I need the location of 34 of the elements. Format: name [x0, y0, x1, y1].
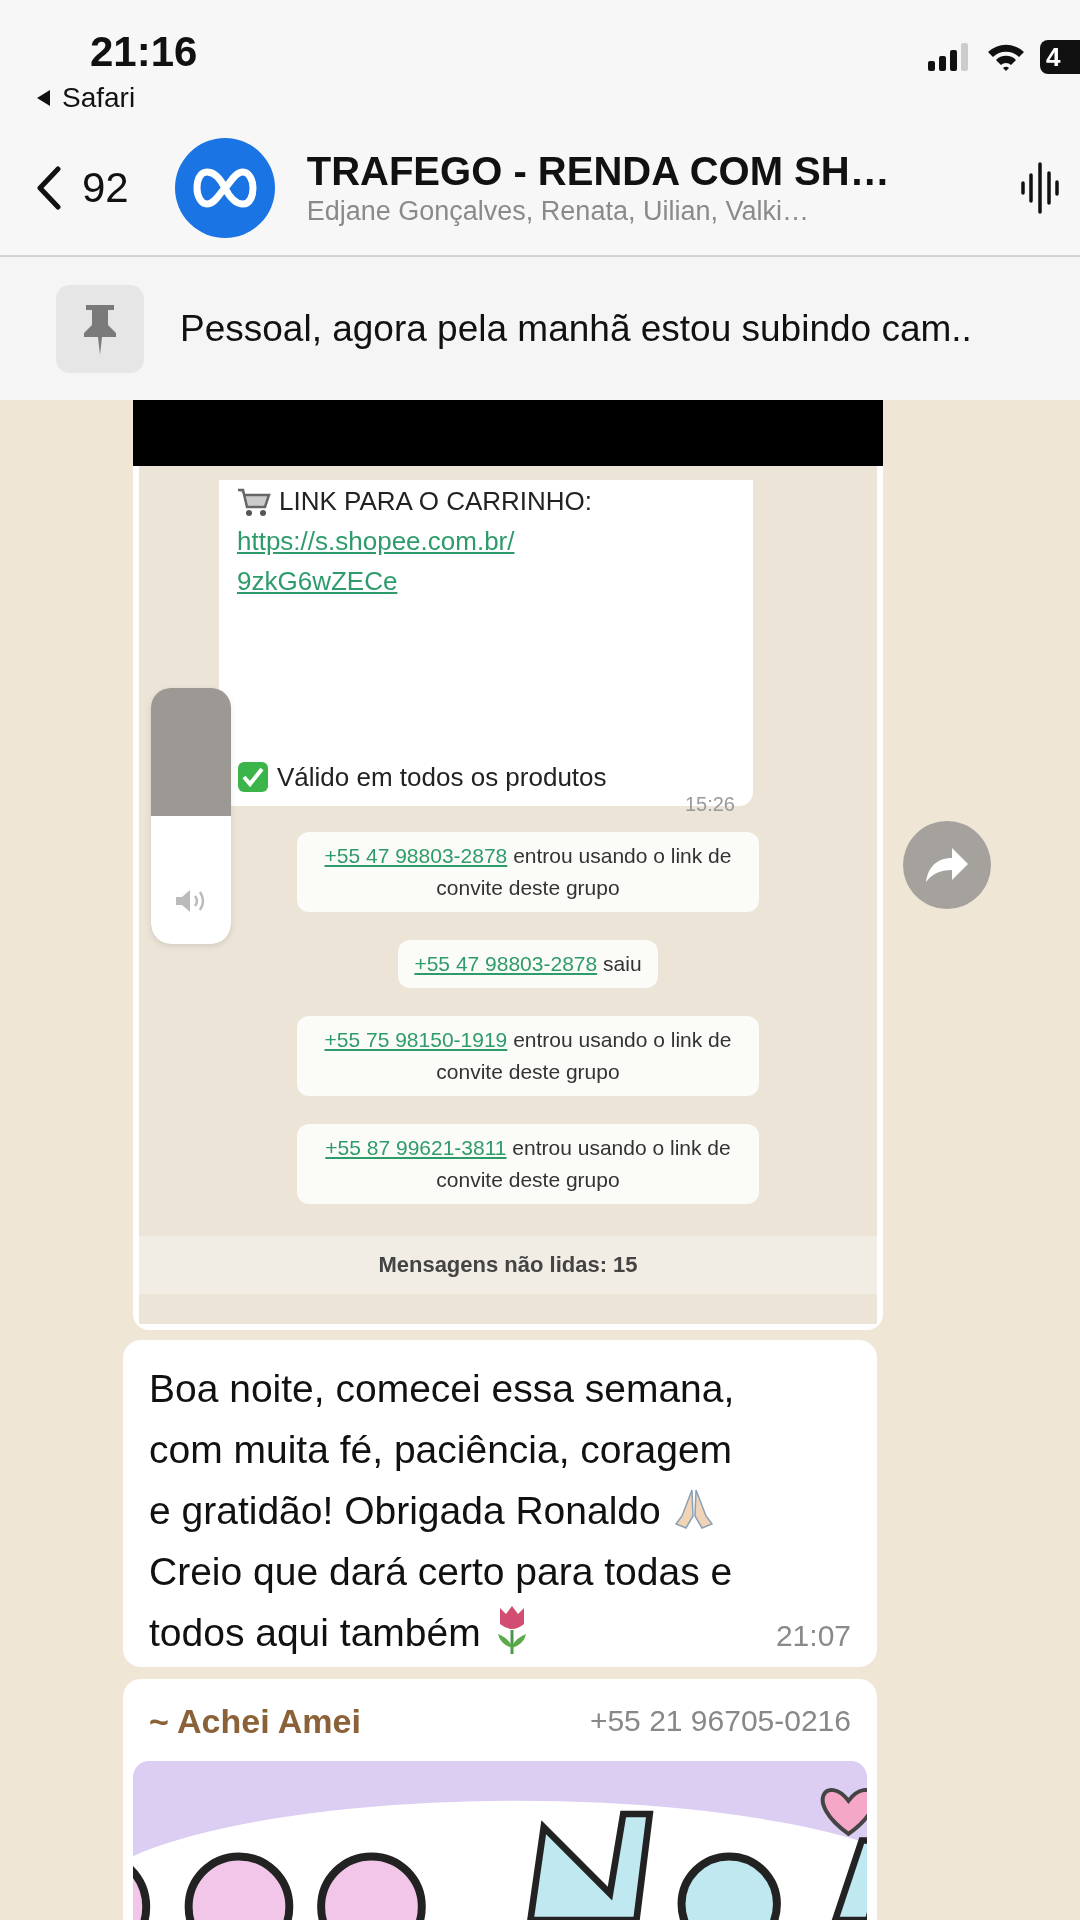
chat-title[interactable]: TRAFEGO - RENDA COM SH… [306, 148, 1020, 194]
battery-icon: 4 [1040, 40, 1080, 74]
message-text: Boa noite, comecei essa semana, com muita fé, paciência, coragem e gratidão! Obrigada Ronaldo Creio que dará certo para todas e todos aqui também [149, 1366, 736, 1658]
system-message: +55 47 98803-2878 entrou usando o link de convite deste grupo [297, 832, 759, 912]
message-bubble[interactable]: Boa noite, comecei essa semana, com muita fé, paciência, coragem e gratidão! Obrigada Ronaldo Creio que dará certo para todas e todos aqui também 21:07 [123, 1340, 877, 1667]
system-message: +55 87 99621-3811 entrou usando o link de convite deste grupo [297, 1124, 759, 1204]
back-to-app-link[interactable]: Safari [62, 82, 136, 114]
phone-link[interactable]: +55 87 99621-3811 [325, 1136, 507, 1159]
check-icon [237, 761, 269, 793]
phone-link[interactable]: +55 47 98803-2878 [324, 844, 508, 867]
forward-arrow-icon [924, 846, 970, 884]
participants-list[interactable]: Edjane Gonçalves, Renata, Uilian, Valki… [306, 195, 1020, 227]
sender-name[interactable]: ~ Achei Amei [149, 1701, 361, 1741]
image-message-bubble[interactable] [133, 400, 883, 1330]
system-message: +55 75 98150-1919 entrou usando o link de convite deste grupo [297, 1016, 759, 1096]
pinned-message[interactable]: Pessoal, agora pela manhã estou subindo cam.. [180, 307, 972, 350]
wifi-icon [986, 42, 1026, 72]
phone-link[interactable]: +55 75 98150-1919 [324, 1028, 508, 1051]
cart-link[interactable]: https://s.shopee.com.br/ 9zkG6wZECe [237, 521, 515, 601]
back-button[interactable]: 92 [36, 163, 129, 212]
audio-wave-icon[interactable] [1020, 160, 1060, 215]
chevron-left-icon [36, 165, 62, 210]
message-text: LINK PARA O CARRINHO: [279, 486, 593, 517]
volume-slider[interactable] [151, 688, 231, 944]
message-time: 21:07 [775, 1619, 851, 1653]
message-time: 15:26 [684, 793, 735, 816]
sender-phone: +55 21 96705-0216 [589, 1704, 851, 1738]
phone-link[interactable]: +55 47 98803-2878 [414, 952, 598, 975]
message-bubble[interactable]: ~ Achei Amei +55 21 96705-0216 [123, 1679, 877, 1920]
status-time: 21:16 [90, 28, 198, 76]
system-message: +55 47 98803-2878 saiu [398, 940, 658, 988]
cart-icon [237, 486, 271, 517]
message-text: Válido em todos os produtos [277, 761, 607, 793]
unread-banner: Mensagens não lidas: 15 [139, 1236, 877, 1294]
